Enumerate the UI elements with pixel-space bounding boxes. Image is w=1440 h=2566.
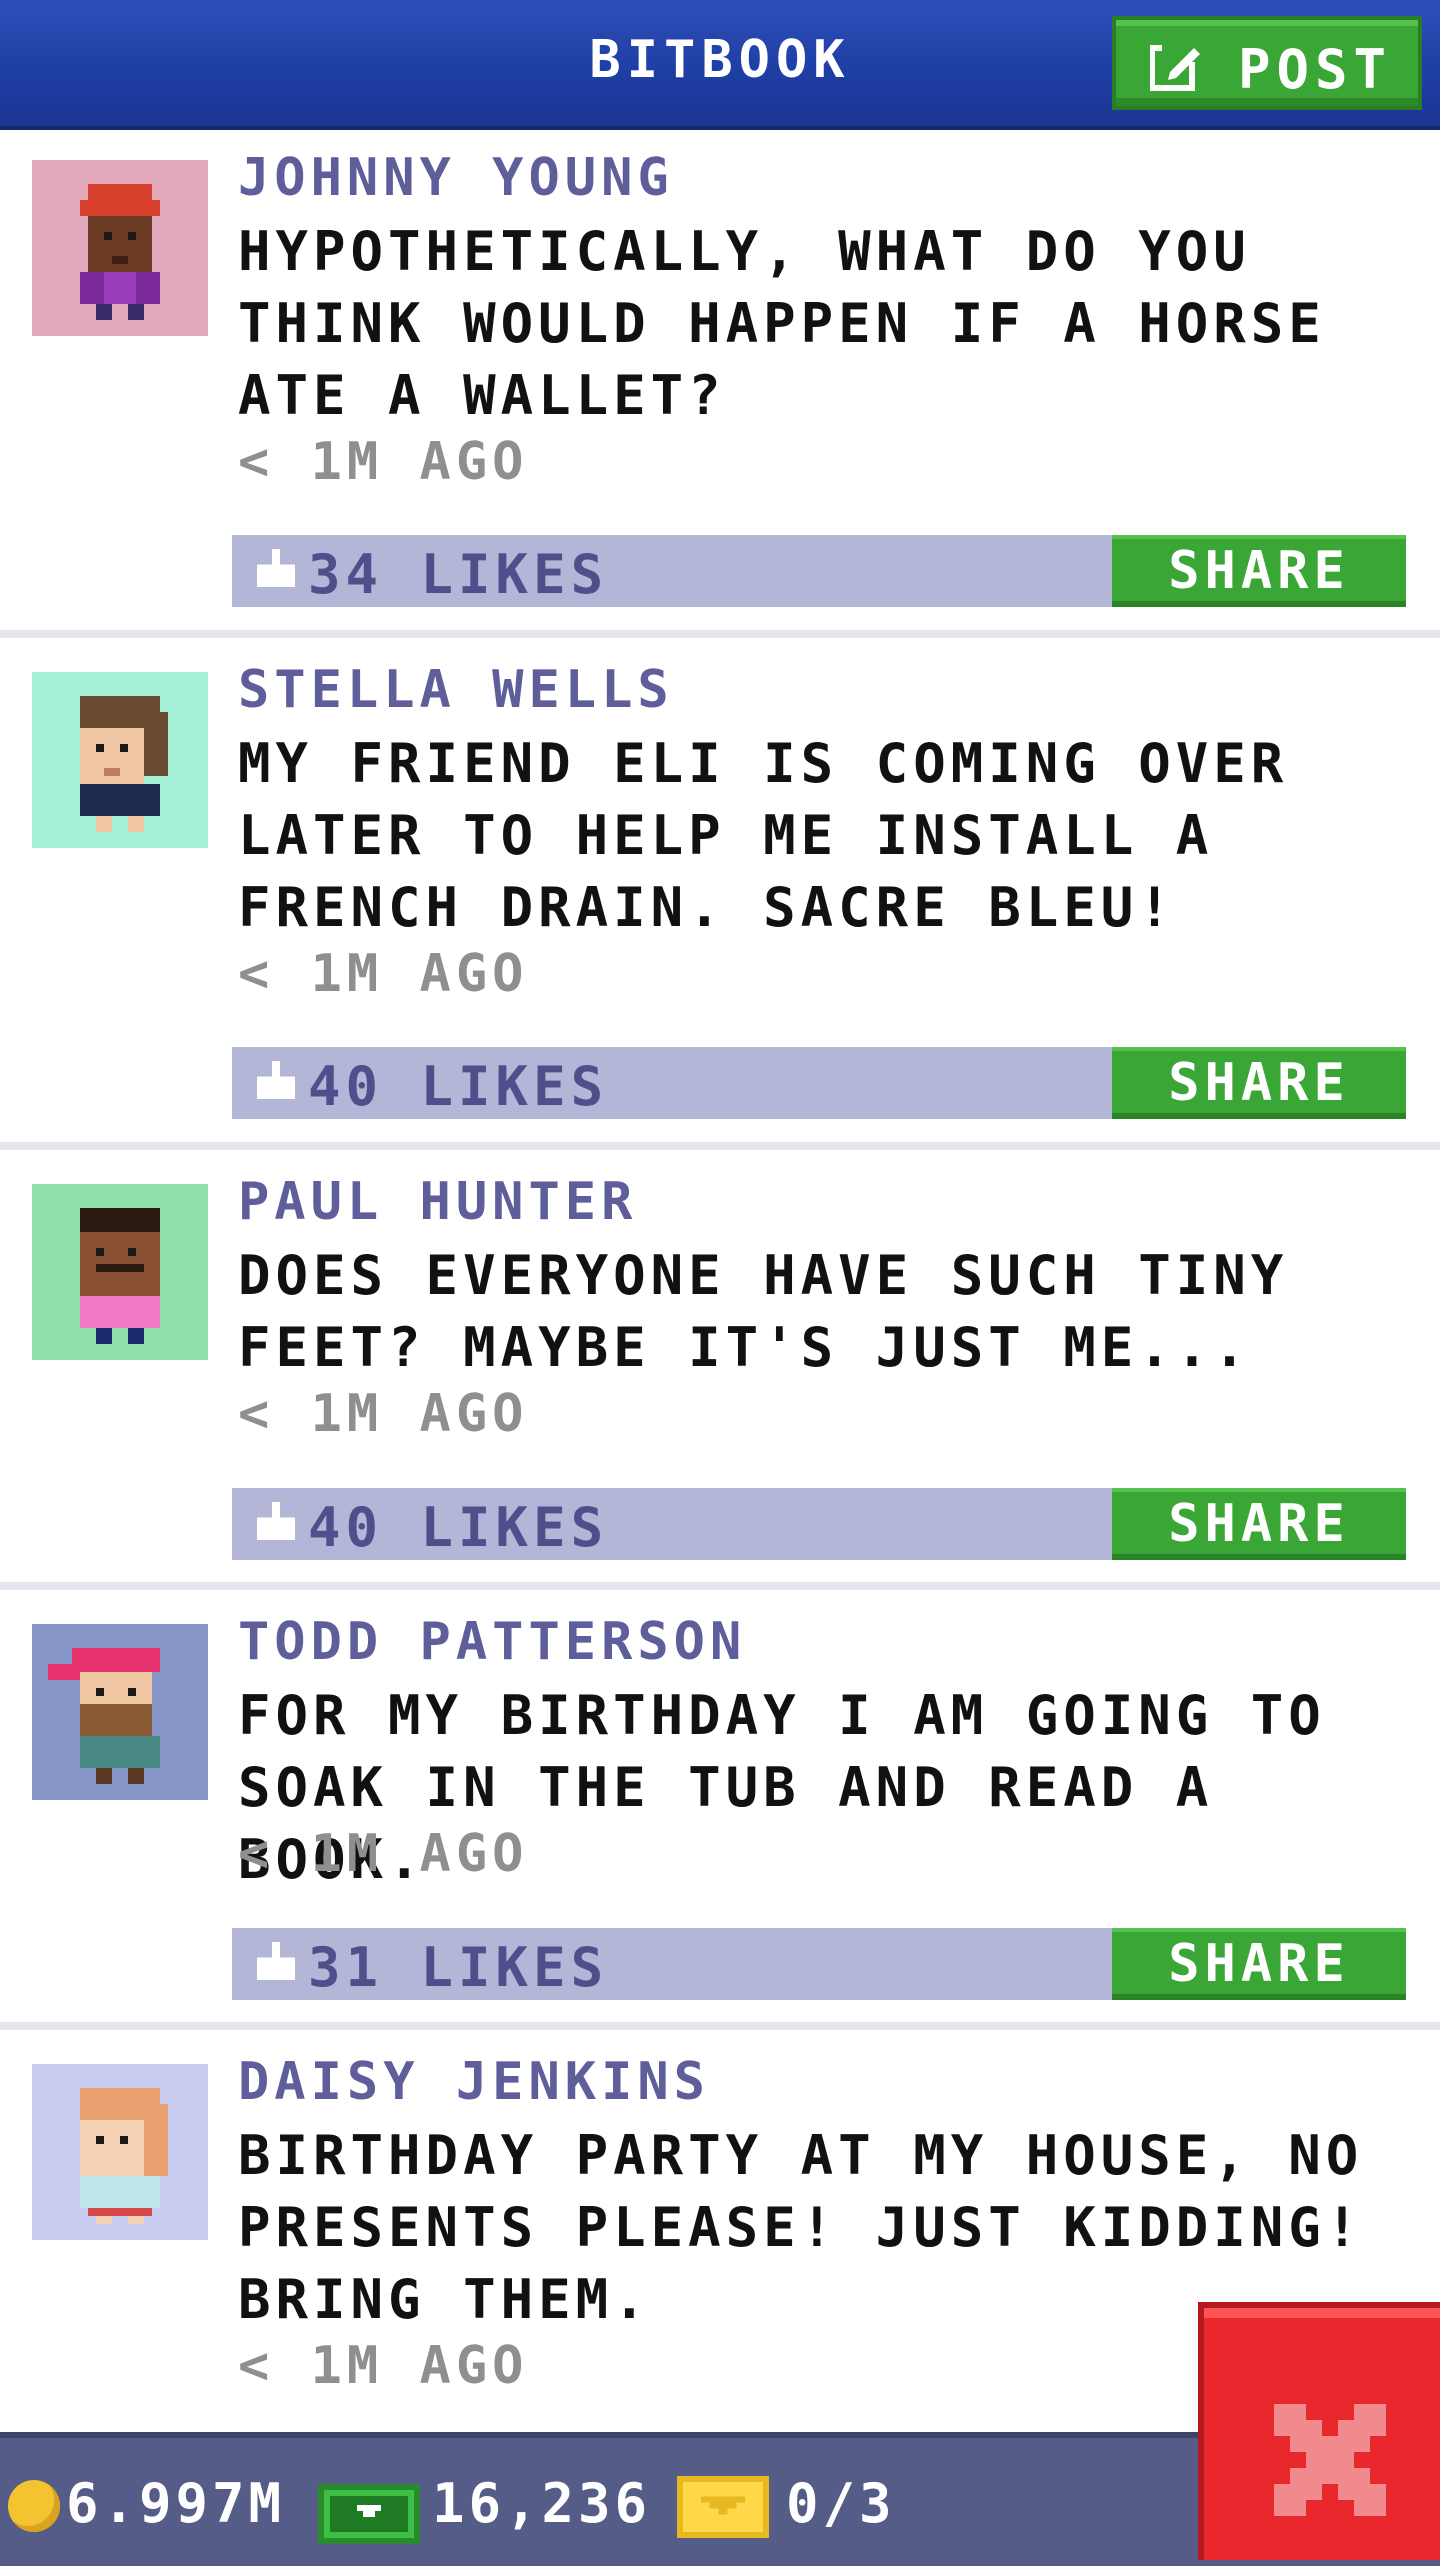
bux-balance: 16,236 [432,2472,652,2535]
post-timestamp: < 1M AGO [238,1824,529,1884]
post-message: HYPOTHETICALLY, WHAT DO YOU THINK WOULD … [238,220,1326,427]
close-button[interactable] [1198,2302,1440,2560]
post-timestamp: < 1M AGO [238,2336,529,2396]
feed-post: STELLA WELLS MY FRIEND ELI IS COMING OVE… [0,642,1440,1150]
thumbs-up-icon[interactable] [256,1502,296,1544]
share-button[interactable]: SHARE [1112,535,1406,607]
coin-icon [8,2480,60,2532]
post-author-name[interactable]: STELLA WELLS [238,660,674,720]
close-icon [1274,2404,1386,2516]
avatar[interactable] [32,1184,208,1360]
post-button[interactable]: POST [1112,16,1422,110]
post-timestamp: < 1M AGO [238,944,529,1004]
share-button[interactable]: SHARE [1112,1488,1406,1560]
vip-count: 0/3 [786,2472,896,2535]
post-message: DOES EVERYONE HAVE SUCH TINY FEET? MAYBE… [238,1244,1289,1379]
like-bar: 40 LIKES SHARE [232,1488,1406,1560]
post-author-name[interactable]: JOHNNY YOUNG [238,148,674,208]
like-bar: 40 LIKES SHARE [232,1047,1406,1119]
like-count: 34 LIKES [308,543,609,606]
post-timestamp: < 1M AGO [238,432,529,492]
vip-ticket-icon [677,2476,769,2538]
thumbs-up-icon[interactable] [256,549,296,591]
post-author-name[interactable]: TODD PATTERSON [238,1612,746,1672]
app-header: BITBOOK POST [0,0,1440,130]
post-button-label: POST [1238,38,1393,101]
avatar[interactable] [32,1624,208,1800]
post-author-name[interactable]: PAUL HUNTER [238,1172,637,1232]
feed-post: TODD PATTERSON FOR MY BIRTHDAY I AM GOIN… [0,1594,1440,2030]
like-bar: 34 LIKES SHARE [232,535,1406,607]
like-count: 31 LIKES [308,1936,609,1999]
like-bar: 31 LIKES SHARE [232,1928,1406,2000]
post-timestamp: < 1M AGO [238,1384,529,1444]
feed-post: PAUL HUNTER DOES EVERYONE HAVE SUCH TINY… [0,1154,1440,1590]
like-count: 40 LIKES [308,1496,609,1559]
post-author-name[interactable]: DAISY JENKINS [238,2052,710,2112]
thumbs-up-icon[interactable] [256,1061,296,1103]
feed-post: JOHNNY YOUNG HYPOTHETICALLY, WHAT DO YOU… [0,130,1440,638]
bux-icon [318,2484,420,2544]
avatar[interactable] [32,672,208,848]
edit-icon [1150,42,1202,91]
thumbs-up-icon[interactable] [256,1942,296,1984]
post-message: MY FRIEND ELI IS COMING OVER LATER TO HE… [238,732,1289,939]
share-button[interactable]: SHARE [1112,1047,1406,1119]
share-button[interactable]: SHARE [1112,1928,1406,2000]
like-count: 40 LIKES [308,1055,609,1118]
avatar[interactable] [32,160,208,336]
coin-balance: 6.997M [66,2472,286,2535]
avatar[interactable] [32,2064,208,2240]
